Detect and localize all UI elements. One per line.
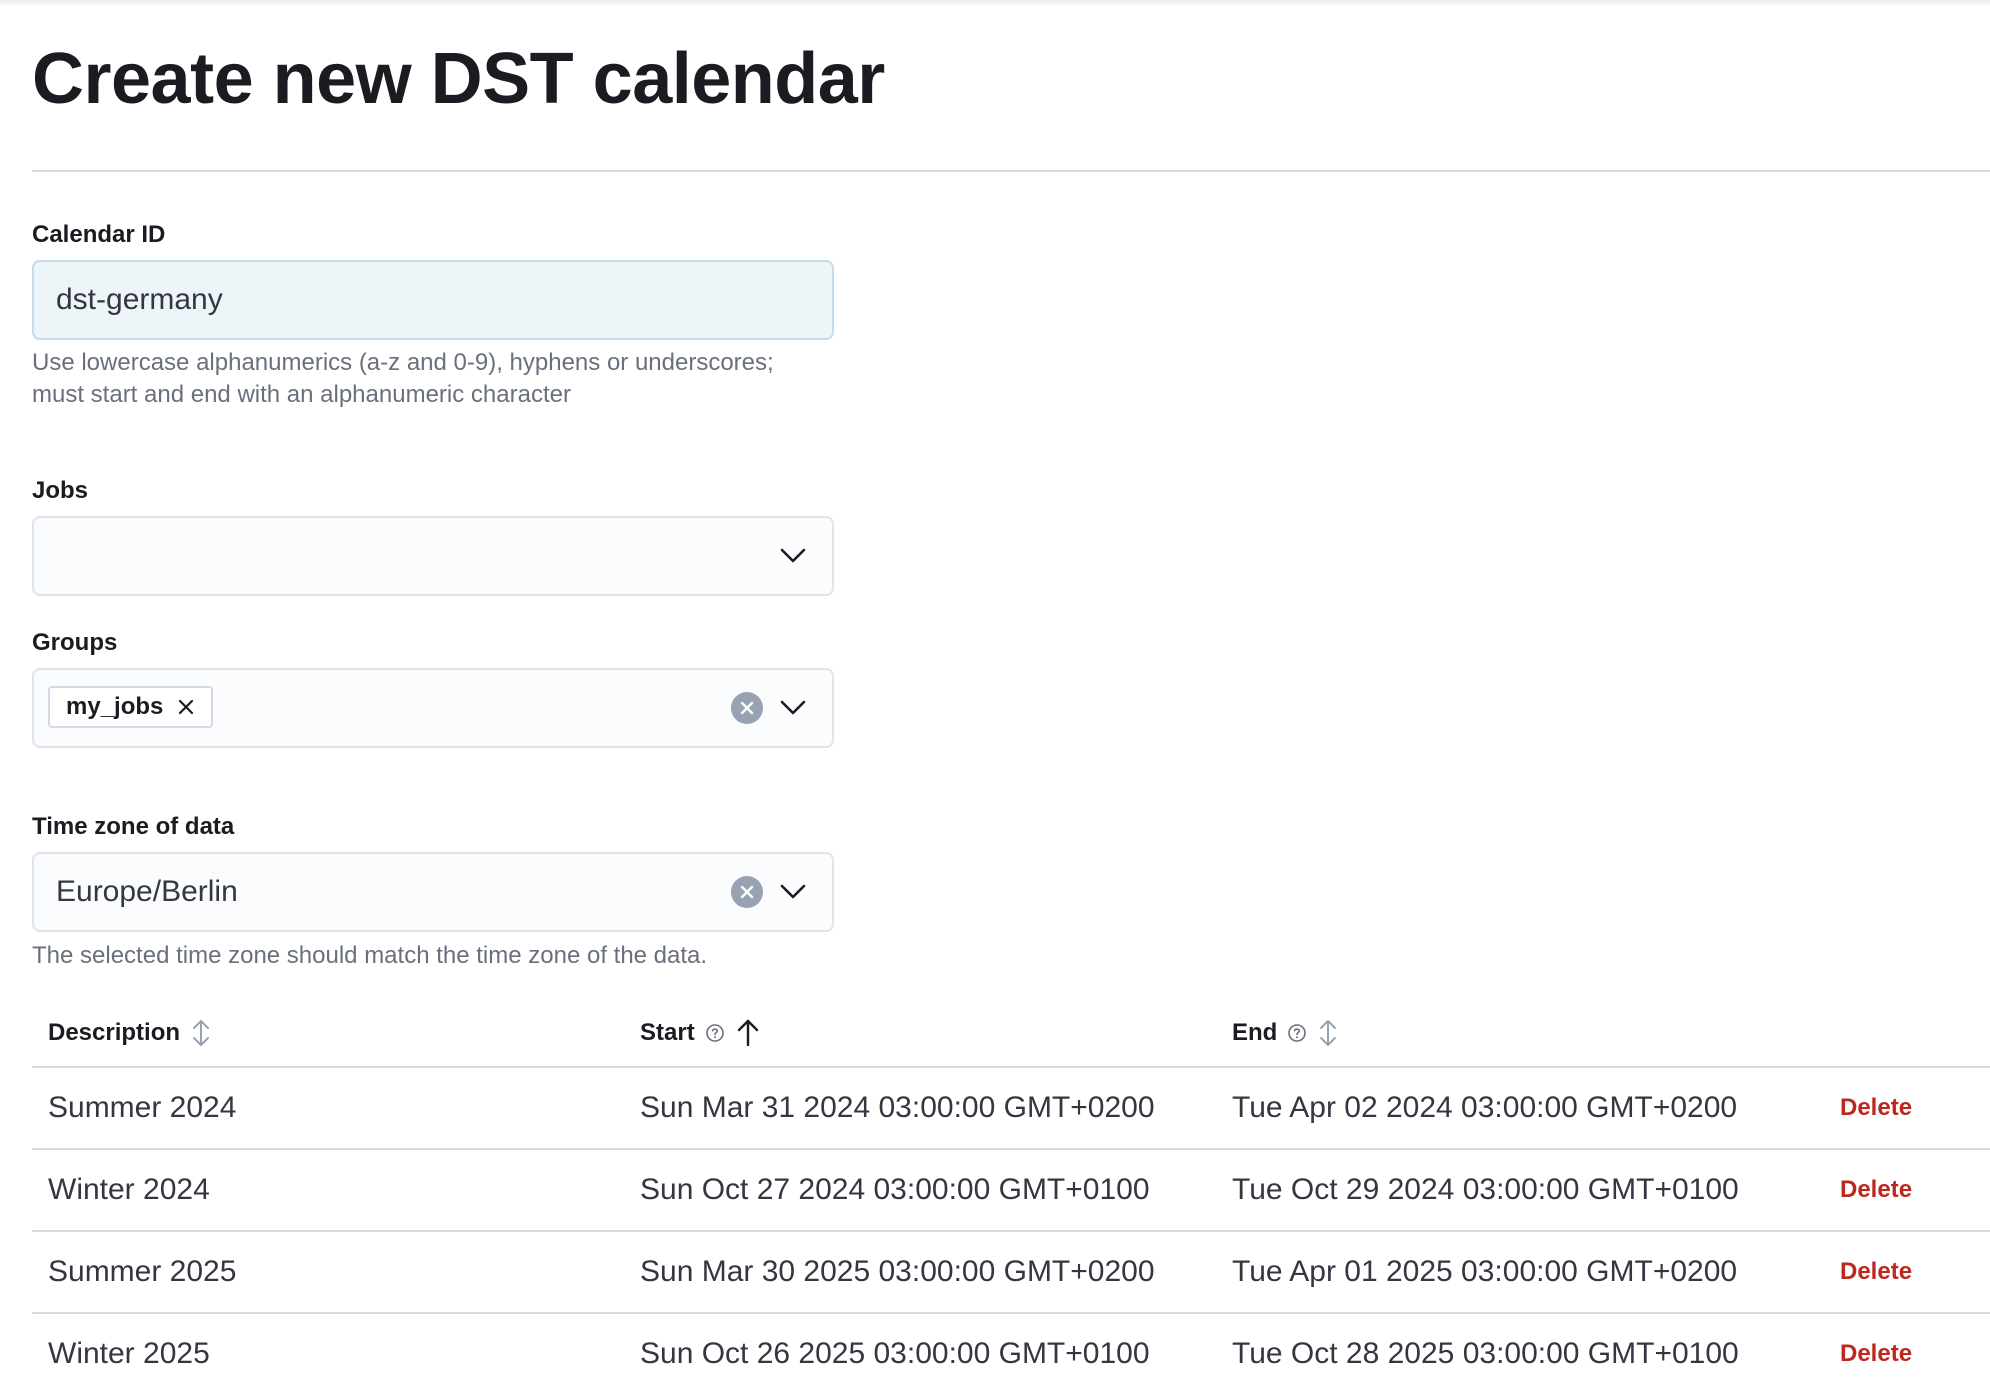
delete-event-button[interactable]: Delete — [1840, 1334, 1912, 1374]
column-header-start-label: Start — [640, 1019, 695, 1046]
chevron-down-icon[interactable] — [778, 540, 808, 570]
delete-event-button[interactable]: Delete — [1840, 1088, 1912, 1128]
clear-icon — [740, 885, 754, 899]
top-shadow — [0, 0, 1990, 6]
row-end: Tue Apr 01 2025 03:00:00 GMT+0200 — [1232, 1255, 1738, 1288]
chevron-down-icon[interactable] — [778, 876, 808, 906]
row-end: Tue Apr 02 2024 03:00:00 GMT+0200 — [1232, 1091, 1738, 1124]
row-description: Summer 2025 — [48, 1255, 237, 1288]
clear-icon — [740, 701, 754, 715]
group-pill-label: my_jobs — [66, 693, 164, 720]
row-end: Tue Oct 29 2024 03:00:00 GMT+0100 — [1232, 1173, 1739, 1206]
chevron-down-icon[interactable] — [778, 692, 808, 722]
groups-label: Groups — [32, 629, 118, 656]
jobs-label: Jobs — [32, 477, 89, 504]
delete-event-button[interactable]: Delete — [1840, 1252, 1912, 1292]
row-end: Tue Oct 28 2025 03:00:00 GMT+0100 — [1232, 1337, 1739, 1370]
calendar-id-input[interactable] — [32, 260, 834, 340]
clear-groups-button[interactable] — [731, 692, 763, 724]
clear-time-zone-button[interactable] — [731, 876, 763, 908]
column-header-end-label: End — [1232, 1019, 1278, 1046]
page-title: Create new DST calendar — [32, 39, 885, 119]
time-zone-label: Time zone of data — [32, 813, 235, 840]
column-header-end[interactable]: End — [1232, 1015, 1339, 1051]
delete-event-button[interactable]: Delete — [1840, 1170, 1912, 1210]
calendar-id-label: Calendar ID — [32, 221, 166, 248]
row-start: Sun Mar 30 2025 03:00:00 GMT+0200 — [640, 1255, 1155, 1288]
row-description: Winter 2024 — [48, 1173, 210, 1206]
calendar-id-help-line-1: Use lowercase alphanumerics (a-z and 0-9… — [32, 349, 774, 376]
calendar-id-help-line-2: must start and end with an alphanumeric … — [32, 381, 571, 408]
column-header-description[interactable]: Description — [48, 1015, 212, 1051]
row-divider — [32, 1312, 1990, 1314]
row-divider — [32, 1230, 1990, 1232]
jobs-combobox[interactable] — [32, 516, 834, 596]
row-start: Sun Mar 31 2024 03:00:00 GMT+0200 — [640, 1091, 1155, 1124]
group-pill-my-jobs: my_jobs — [48, 686, 214, 728]
column-header-description-label: Description — [48, 1019, 181, 1046]
remove-pill-icon[interactable] — [177, 698, 195, 716]
info-icon[interactable] — [705, 1023, 725, 1043]
sort-icon[interactable] — [190, 1019, 212, 1047]
sort-ascending-icon[interactable] — [735, 1019, 761, 1047]
row-divider — [32, 1148, 1990, 1150]
column-header-start[interactable]: Start — [640, 1015, 761, 1051]
time-zone-combobox[interactable]: Europe/Berlin — [32, 852, 834, 932]
row-description: Winter 2025 — [48, 1337, 210, 1370]
table-header-divider — [32, 1066, 1990, 1068]
info-icon[interactable] — [1287, 1023, 1307, 1043]
time-zone-value: Europe/Berlin — [56, 875, 238, 908]
row-description: Summer 2024 — [48, 1091, 237, 1124]
row-start: Sun Oct 27 2024 03:00:00 GMT+0100 — [640, 1173, 1150, 1206]
title-divider — [32, 170, 1990, 172]
time-zone-help: The selected time zone should match the … — [32, 942, 708, 969]
sort-icon[interactable] — [1317, 1019, 1339, 1047]
row-start: Sun Oct 26 2025 03:00:00 GMT+0100 — [640, 1337, 1150, 1370]
